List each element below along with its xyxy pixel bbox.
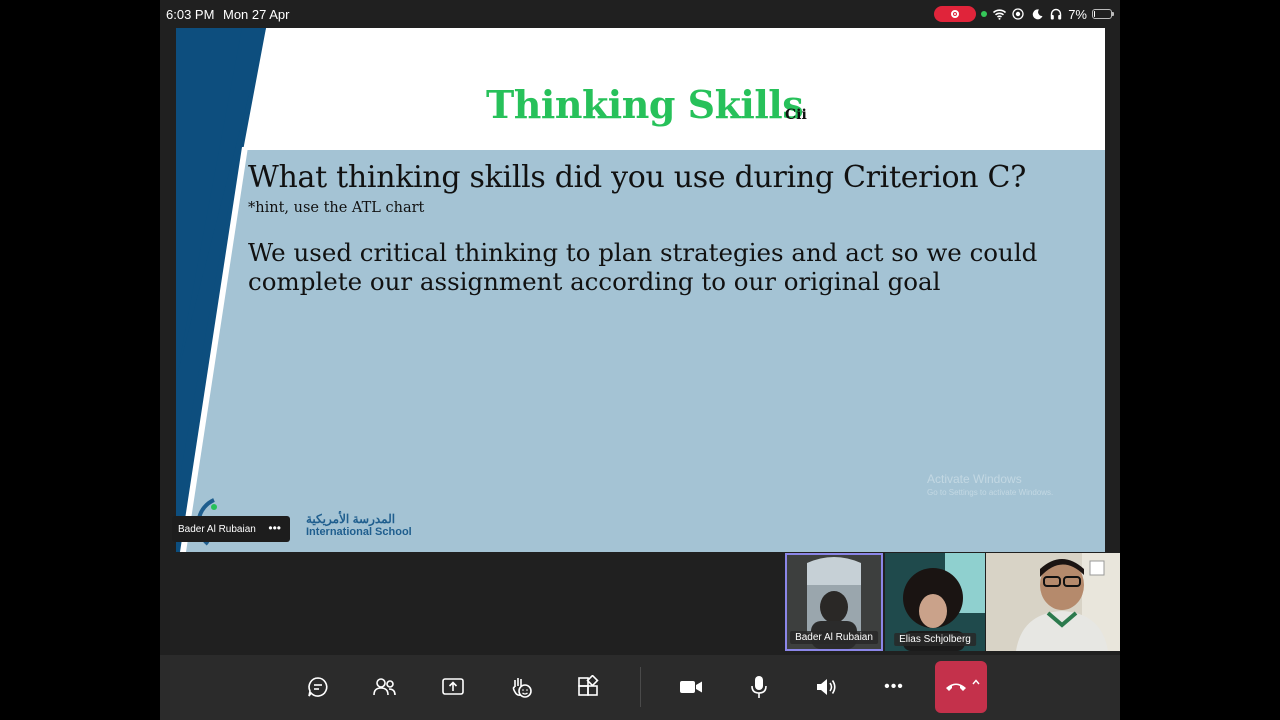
- leave-call-icon: [946, 683, 966, 691]
- battery-percent: 7%: [1068, 6, 1087, 22]
- people-icon[interactable]: [368, 670, 402, 704]
- status-date: Mon 27 Apr: [223, 7, 290, 22]
- moon-icon: [1030, 7, 1044, 21]
- slide-title: Thinking Skills: [486, 82, 804, 127]
- chat-icon[interactable]: [301, 670, 335, 704]
- speaker-icon[interactable]: [809, 670, 843, 704]
- status-bar: 6:03 PM Mon 27 Apr 7%: [160, 0, 1120, 28]
- slide-question: What thinking skills did you use during …: [248, 160, 1026, 195]
- slide-answer: We used critical thinking to plan strate…: [248, 238, 1038, 296]
- camera-in-use-indicator: [981, 11, 988, 17]
- share-screen-icon[interactable]: [436, 670, 470, 704]
- more-icon[interactable]: •••: [877, 670, 911, 704]
- slide-title-suffix: Cii: [785, 107, 807, 123]
- participant-tile[interactable]: Bader Al Rubaian: [785, 553, 883, 651]
- microphone-icon[interactable]: [742, 670, 776, 704]
- raise-hand-icon[interactable]: [504, 670, 538, 704]
- apps-icon[interactable]: [571, 670, 605, 704]
- participant-name: Bader Al Rubaian: [790, 631, 878, 644]
- status-time: 6:03 PM: [166, 7, 215, 22]
- participant-video-3: [986, 553, 1120, 651]
- participant-tile[interactable]: [986, 553, 1120, 651]
- participant-tile[interactable]: Elias Schjolberg: [885, 553, 985, 651]
- slide-hint: *hint, use the ATL chart: [248, 200, 425, 216]
- leave-call-button[interactable]: [935, 661, 987, 713]
- battery-icon: [1092, 9, 1114, 19]
- school-name-english: International School: [306, 526, 412, 538]
- headphones-icon: [1049, 7, 1063, 21]
- activate-windows-subtitle: Go to Settings to activate Windows.: [927, 488, 1054, 497]
- camera-icon[interactable]: [674, 670, 708, 704]
- meeting-toolbar: •••: [160, 655, 1120, 720]
- meeting-window: 6:03 PM Mon 27 Apr 7% Thinking Skills Ci…: [160, 0, 1120, 720]
- status-icons: 7%: [934, 6, 1114, 22]
- shared-slide: Thinking Skills Cii What thinking skills…: [176, 28, 1105, 552]
- screen-record-icon: [1011, 7, 1025, 21]
- participant-name: Elias Schjolberg: [894, 633, 976, 646]
- wifi-icon: [992, 7, 1006, 21]
- toolbar-divider: [640, 667, 641, 707]
- school-name-arabic: المدرسة الأمريكية: [306, 512, 396, 526]
- activate-windows-watermark: Activate Windows: [927, 472, 1022, 486]
- record-icon[interactable]: [934, 6, 977, 22]
- presenter-name: Bader Al Rubaian: [178, 523, 256, 535]
- presenter-more-icon[interactable]: •••: [268, 521, 281, 535]
- presenter-name-tag[interactable]: Bader Al Rubaian •••: [172, 516, 290, 542]
- chevron-up-icon[interactable]: [972, 679, 980, 685]
